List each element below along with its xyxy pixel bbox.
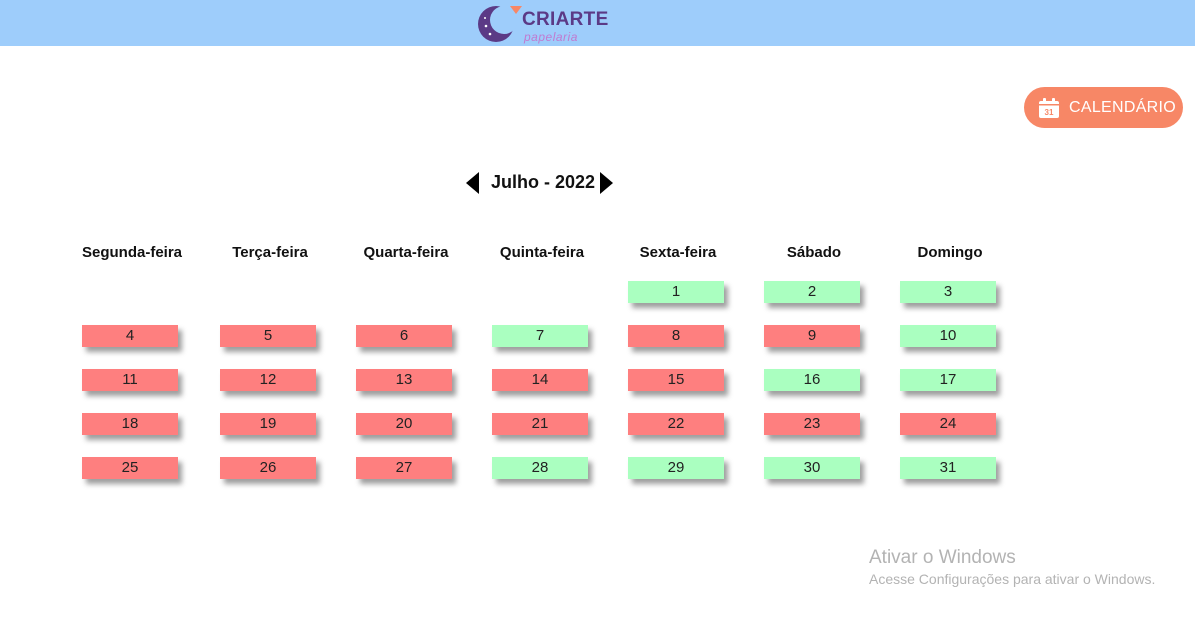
calendar-day-free[interactable]: 31 (900, 457, 996, 479)
weekday-label: Sexta-feira (639, 244, 717, 261)
calendar-icon: 31 (1039, 97, 1059, 118)
calendar-day-busy[interactable]: 27 (356, 457, 452, 479)
criarte-logo[interactable]: CRIARTE papelaria (476, 1, 616, 45)
weekday-label: Sábado (786, 244, 842, 261)
windows-activation-watermark: Ativar o Windows Acesse Configurações pa… (869, 547, 1155, 587)
calendar-day-busy[interactable]: 13 (356, 369, 452, 391)
calendar-day-free[interactable]: 3 (900, 281, 996, 303)
calendar-day-busy[interactable]: 22 (628, 413, 724, 435)
svg-text:31: 31 (1045, 108, 1054, 117)
calendar-day-busy[interactable]: 4 (82, 325, 178, 347)
calendar-day-free[interactable]: 2 (764, 281, 860, 303)
moon-logo-icon (478, 6, 522, 42)
watermark-subtitle: Acesse Configurações para ativar o Windo… (869, 571, 1156, 587)
calendar-day-free[interactable]: 28 (492, 457, 588, 479)
weekday-label: Terça-feira (232, 244, 308, 261)
calendar-day-free[interactable]: 10 (900, 325, 996, 347)
calendar-day-busy[interactable]: 9 (764, 325, 860, 347)
calendar-day-busy[interactable]: 18 (82, 413, 178, 435)
calendar-day-busy[interactable]: 24 (900, 413, 996, 435)
calendar-day-busy[interactable]: 25 (82, 457, 178, 479)
month-navigation: Julho - 2022 (466, 168, 616, 198)
previous-month-icon[interactable] (466, 172, 480, 194)
calendar-day-free[interactable]: 16 (764, 369, 860, 391)
weekday-label: Segunda-feira (81, 244, 183, 261)
calendar-day-busy[interactable]: 19 (220, 413, 316, 435)
calendar-day-busy[interactable]: 21 (492, 413, 588, 435)
calendar-day-busy[interactable]: 12 (220, 369, 316, 391)
logo-title: CRIARTE (522, 9, 609, 30)
calendar-day-busy[interactable]: 26 (220, 457, 316, 479)
calendar-day-busy[interactable]: 8 (628, 325, 724, 347)
calendar-day-busy[interactable]: 5 (220, 325, 316, 347)
calendar-day-busy[interactable]: 14 (492, 369, 588, 391)
calendar-day-busy[interactable]: 6 (356, 325, 452, 347)
weekday-label: Quarta-feira (363, 244, 449, 261)
month-title: Julho - 2022 (491, 172, 596, 192)
calendar-day-free[interactable]: 30 (764, 457, 860, 479)
calendar-button-label: CALENDÁRIO (1069, 98, 1177, 116)
calendar-day-busy[interactable]: 23 (764, 413, 860, 435)
top-bar: CRIARTE papelaria (0, 0, 1195, 46)
calendar-day-busy[interactable]: 20 (356, 413, 452, 435)
weekday-label: Domingo (917, 244, 983, 261)
calendar-day-free[interactable]: 17 (900, 369, 996, 391)
next-month-icon[interactable] (599, 172, 613, 194)
calendar-day-free[interactable]: 1 (628, 281, 724, 303)
calendar-day-free[interactable]: 7 (492, 325, 588, 347)
calendar-day-busy[interactable]: 11 (82, 369, 178, 391)
calendar-day-busy[interactable]: 15 (628, 369, 724, 391)
calendar-day-free[interactable]: 29 (628, 457, 724, 479)
watermark-title: Ativar o Windows (869, 547, 1016, 568)
weekday-label: Quinta-feira (499, 244, 585, 261)
calendar-button[interactable]: 31 CALENDÁRIO (1024, 87, 1183, 128)
logo-subtitle: papelaria (524, 30, 578, 44)
